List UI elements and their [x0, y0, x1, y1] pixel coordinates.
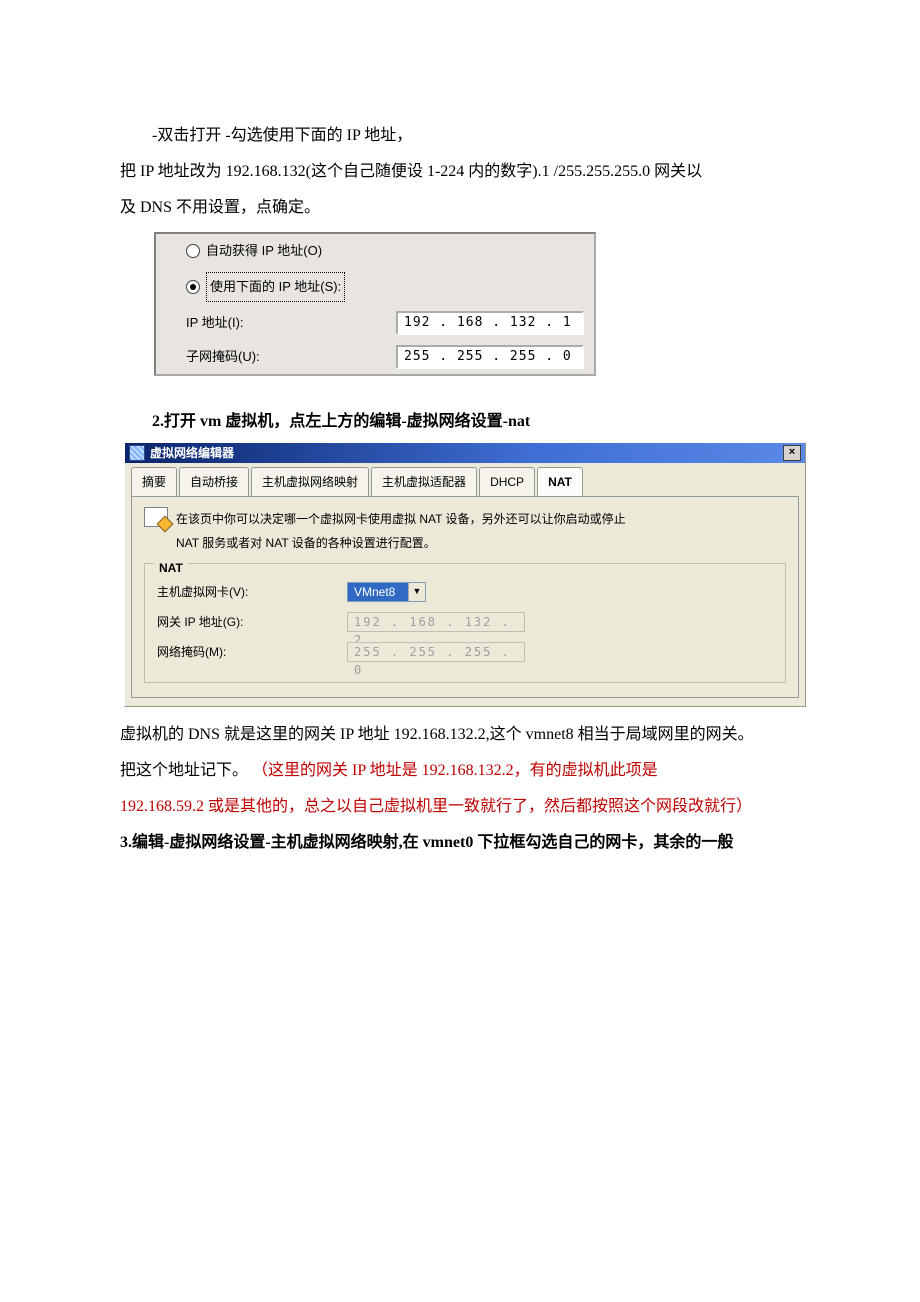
vnic-select-value: VMnet8	[348, 583, 408, 601]
subnet-mask-label: 子网掩码(U):	[186, 344, 396, 370]
virtual-network-editor-window: 虚拟网络编辑器 × 摘要 自动桥接 主机虚拟网络映射 主机虚拟适配器 DHCP …	[124, 442, 806, 707]
vnic-select[interactable]: VMnet8 ▼	[347, 582, 426, 602]
ip-address-input[interactable]: 192 . 168 . 132 . 1	[396, 311, 584, 335]
radio-auto-ip-icon	[186, 244, 200, 258]
nat-group: NAT 主机虚拟网卡(V): VMnet8 ▼ 网关 IP 地址(G): 192…	[144, 563, 786, 683]
tcpip-properties-panel: 自动获得 IP 地址(O) 使用下面的 IP 地址(S): IP 地址(I): …	[154, 232, 596, 376]
tab-bar: 摘要 自动桥接 主机虚拟网络映射 主机虚拟适配器 DHCP NAT	[131, 467, 799, 496]
tab-dhcp[interactable]: DHCP	[479, 467, 535, 496]
step2-title: 2.打开 vm 虚拟机，点左上方的编辑-虚拟网络设置-nat	[120, 406, 800, 438]
after2-line3: 192.168.59.2 或是其他的，总之以自己虚拟机里一致就行了，然后都按照这…	[120, 791, 800, 823]
window-title: 虚拟网络编辑器	[150, 441, 234, 465]
after2-line1: 虚拟机的 DNS 就是这里的网关 IP 地址 192.168.132.2,这个 …	[120, 719, 800, 751]
nat-group-legend: NAT	[155, 556, 187, 580]
tab-summary[interactable]: 摘要	[131, 467, 177, 496]
doc-line2b: 及 DNS 不用设置，点确定。	[120, 192, 800, 224]
tab-autobridge[interactable]: 自动桥接	[179, 467, 249, 496]
subnet-mask-input[interactable]: 255 . 255 . 255 . 0	[396, 345, 584, 369]
nat-device-icon	[144, 507, 168, 527]
tab-nat[interactable]: NAT	[537, 467, 583, 496]
app-icon	[129, 445, 145, 461]
after2-line2: 把这个地址记下。 （这里的网关 IP 地址是 192.168.132.2，有的虚…	[120, 755, 800, 787]
netmask-label: 网络掩码(M):	[157, 640, 347, 664]
netmask-readonly: 255 . 255 . 255 . 0	[347, 642, 525, 662]
radio-auto-ip-label: 自动获得 IP 地址(O)	[206, 238, 322, 264]
radio-manual-ip-label: 使用下面的 IP 地址(S):	[206, 272, 345, 302]
nat-description: 在该页中你可以决定哪一个虚拟网卡使用虚拟 NAT 设备，另外还可以让你启动或停止…	[176, 507, 626, 555]
window-titlebar: 虚拟网络编辑器 ×	[125, 443, 805, 463]
radio-row-manual[interactable]: 使用下面的 IP 地址(S):	[156, 268, 594, 306]
close-icon[interactable]: ×	[783, 445, 801, 461]
tab-content-nat: 在该页中你可以决定哪一个虚拟网卡使用虚拟 NAT 设备，另外还可以让你启动或停止…	[131, 496, 799, 698]
tab-hostmap[interactable]: 主机虚拟网络映射	[251, 467, 369, 496]
tab-hostadapter[interactable]: 主机虚拟适配器	[371, 467, 477, 496]
step3-title: 3.编辑-虚拟网络设置-主机虚拟网络映射,在 vmnet0 下拉框勾选自己的网卡…	[120, 827, 800, 859]
chevron-down-icon: ▼	[408, 583, 425, 601]
doc-line1: -双击打开 -勾选使用下面的 IP 地址，	[120, 120, 800, 152]
doc-line2a: 把 IP 地址改为 192.168.132(这个自己随便设 1-224 内的数字…	[120, 156, 800, 188]
radio-row-auto[interactable]: 自动获得 IP 地址(O)	[156, 234, 594, 268]
ip-address-label: IP 地址(I):	[186, 310, 396, 336]
vnic-label: 主机虚拟网卡(V):	[157, 580, 347, 604]
gateway-ip-label: 网关 IP 地址(G):	[157, 610, 347, 634]
gateway-ip-readonly: 192 . 168 . 132 . 2	[347, 612, 525, 632]
radio-manual-ip-icon	[186, 280, 200, 294]
